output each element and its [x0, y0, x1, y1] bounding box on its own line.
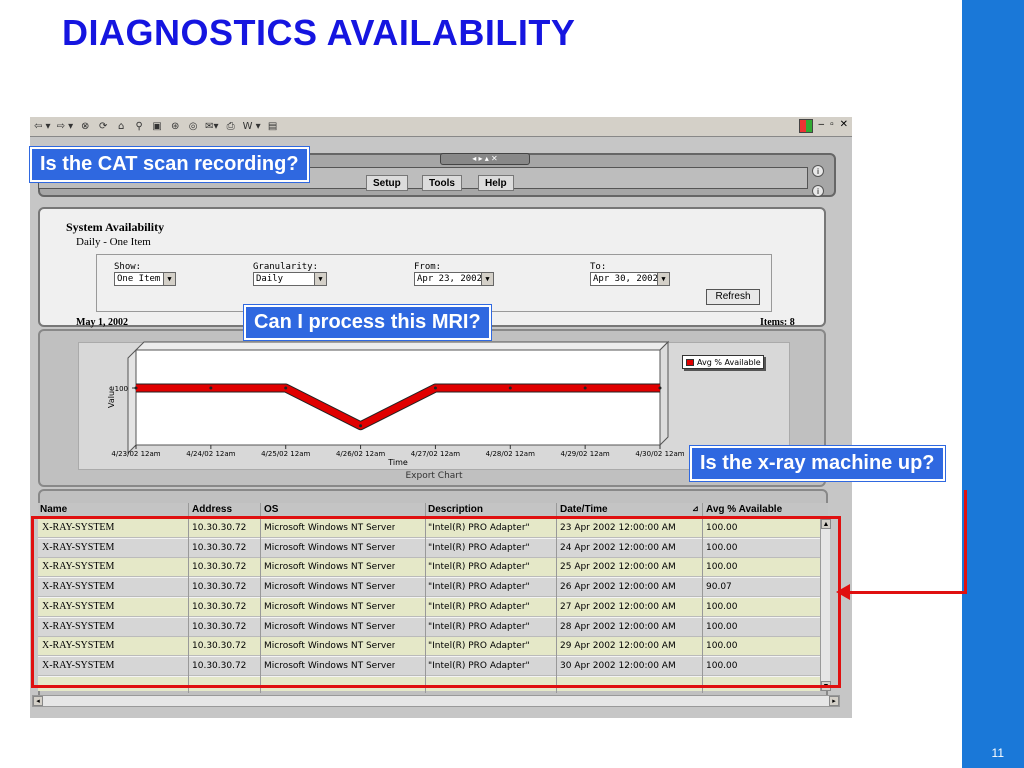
data-point [508, 386, 512, 390]
x-tick-label: 4/24/02 12am [186, 450, 235, 458]
data-point [359, 424, 363, 428]
sort-arrow-icon[interactable]: ⊿ [692, 504, 699, 513]
x-axis-label: Time [387, 458, 408, 467]
plot-area [135, 349, 661, 446]
col-availability[interactable]: Avg % Available [706, 504, 782, 515]
x-tick-label: 4/30/02 12am [635, 450, 684, 458]
page-number: 11 [991, 746, 1004, 760]
callout-connector [846, 591, 967, 594]
x-tick-label: 4/27/02 12am [411, 450, 460, 458]
data-point [284, 386, 288, 390]
x-tick-label: 4/26/02 12am [336, 450, 385, 458]
callout-cat-scan: Is the CAT scan recording? [29, 146, 310, 183]
col-name[interactable]: Name [40, 504, 67, 515]
slide-title: DIAGNOSTICS AVAILABILITY [62, 12, 576, 53]
callout-mri: Can I process this MRI? [243, 304, 492, 341]
highlight-box [31, 516, 841, 688]
col-address[interactable]: Address [192, 504, 232, 515]
horizontal-scrollbar[interactable]: ◂ ▸ [32, 695, 840, 707]
scroll-right-icon[interactable]: ▸ [829, 696, 839, 706]
col-datetime[interactable]: Date/Time [560, 504, 608, 515]
col-description[interactable]: Description [428, 504, 483, 515]
col-os[interactable]: OS [264, 504, 278, 515]
x-tick-label: 4/25/02 12am [261, 450, 310, 458]
data-point [209, 386, 213, 390]
plot-left-face [127, 348, 137, 455]
legend-swatch [686, 359, 694, 366]
plot-side-face [659, 340, 669, 447]
legend-label: Avg % Available [697, 358, 761, 367]
export-chart-link[interactable]: Export Chart [78, 471, 790, 485]
data-point [433, 386, 437, 390]
table-header: Name Address OS Description Date/Time ⊿ … [38, 503, 828, 517]
chart-legend: Avg % Available [682, 355, 764, 369]
data-point [658, 386, 662, 390]
plot-top-face [134, 341, 670, 351]
callout-connector [964, 490, 967, 594]
x-tick-label: 4/23/02 12am [111, 450, 160, 458]
arrow-head-icon [836, 584, 850, 600]
y-axis-label: Value [107, 386, 116, 408]
data-point [583, 386, 587, 390]
data-point [134, 386, 138, 390]
scroll-left-icon[interactable]: ◂ [33, 696, 43, 706]
callout-xray: Is the x-ray machine up? [689, 445, 946, 482]
y-tick-label: 100 [115, 385, 128, 393]
slide-sidebar: 11 [962, 0, 1024, 768]
x-tick-label: 4/29/02 12am [561, 450, 610, 458]
x-tick-label: 4/28/02 12am [486, 450, 535, 458]
